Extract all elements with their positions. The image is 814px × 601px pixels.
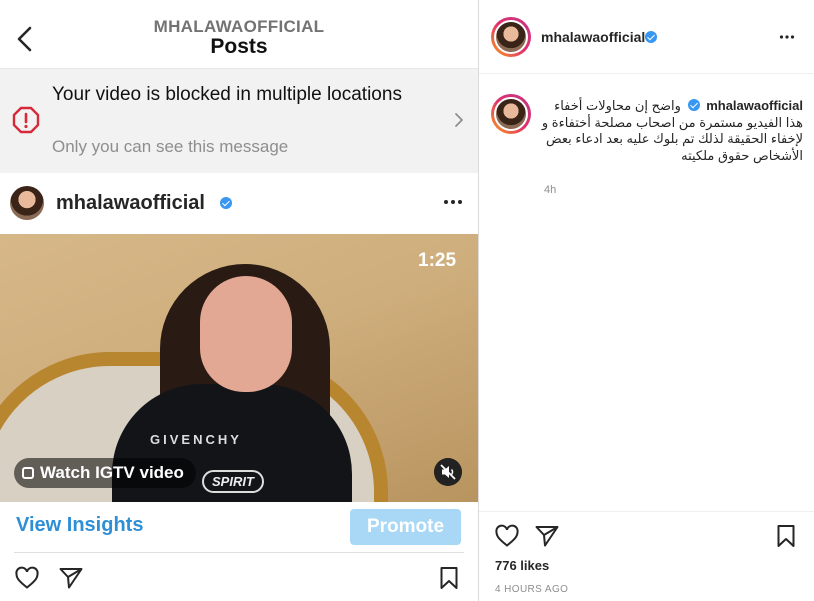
- verified-badge-icon: [220, 197, 232, 209]
- watch-igtv-label: Watch IGTV video: [40, 463, 184, 482]
- watch-igtv-button[interactable]: Watch IGTV video: [14, 458, 196, 488]
- divider: [479, 511, 814, 512]
- share-paper-plane-icon[interactable]: [534, 524, 560, 548]
- caption-username[interactable]: mhalawaofficial: [706, 98, 803, 113]
- chevron-right-icon: [455, 113, 463, 127]
- bookmark-icon[interactable]: [439, 566, 459, 590]
- warning-octagon-icon: [12, 106, 40, 134]
- avatar[interactable]: [494, 97, 528, 131]
- heart-icon[interactable]: [14, 566, 40, 590]
- shirt-text: GIVENCHY: [150, 432, 242, 447]
- caption-timestamp: 4h: [544, 184, 557, 196]
- heart-icon[interactable]: [494, 524, 520, 548]
- verified-badge-icon: [687, 99, 700, 111]
- top-header: MHALAWAOFFICIAL Posts: [0, 0, 478, 69]
- post-username[interactable]: mhalawaofficial: [56, 192, 205, 215]
- video-duration: 1:25: [418, 250, 457, 271]
- page-title: Posts: [210, 35, 268, 58]
- avatar[interactable]: [10, 186, 44, 220]
- verified-badge-icon: [645, 31, 657, 43]
- blocked-subtitle: Only you can see this message: [52, 137, 289, 156]
- header-username: MHALAWAOFFICIAL: [153, 17, 325, 36]
- promote-button[interactable]: Promote: [350, 509, 461, 545]
- igtv-icon: [22, 467, 34, 479]
- post-comments-pane: mhalawaofficial mhalawaofficial واضح إن …: [479, 0, 814, 601]
- right-username[interactable]: mhalawaofficial: [541, 29, 645, 45]
- blocked-video-banner[interactable]: Your video is blocked in multiple locati…: [0, 69, 478, 173]
- more-horizontal-icon[interactable]: [779, 32, 795, 42]
- shirt-badge: SPIRIT: [202, 470, 264, 493]
- right-header: mhalawaofficial: [479, 0, 814, 74]
- video-person-face: [200, 276, 292, 392]
- view-insights-link[interactable]: View Insights: [16, 514, 143, 537]
- share-paper-plane-icon[interactable]: [58, 566, 84, 590]
- bookmark-icon[interactable]: [776, 524, 796, 548]
- more-horizontal-icon[interactable]: [443, 196, 463, 208]
- posted-time: 4 HOURS AGO: [495, 584, 569, 595]
- divider: [14, 552, 464, 553]
- muted-speaker-icon[interactable]: [434, 458, 462, 486]
- blocked-title: Your video is blocked in multiple locati…: [52, 84, 402, 105]
- avatar[interactable]: [494, 20, 528, 54]
- post-caption: mhalawaofficial واضح إن محاولات أخفاء هذ…: [541, 98, 803, 164]
- post-detail-pane: MHALAWAOFFICIAL Posts Your video is bloc…: [0, 0, 479, 601]
- likes-count[interactable]: 776 likes: [495, 558, 549, 573]
